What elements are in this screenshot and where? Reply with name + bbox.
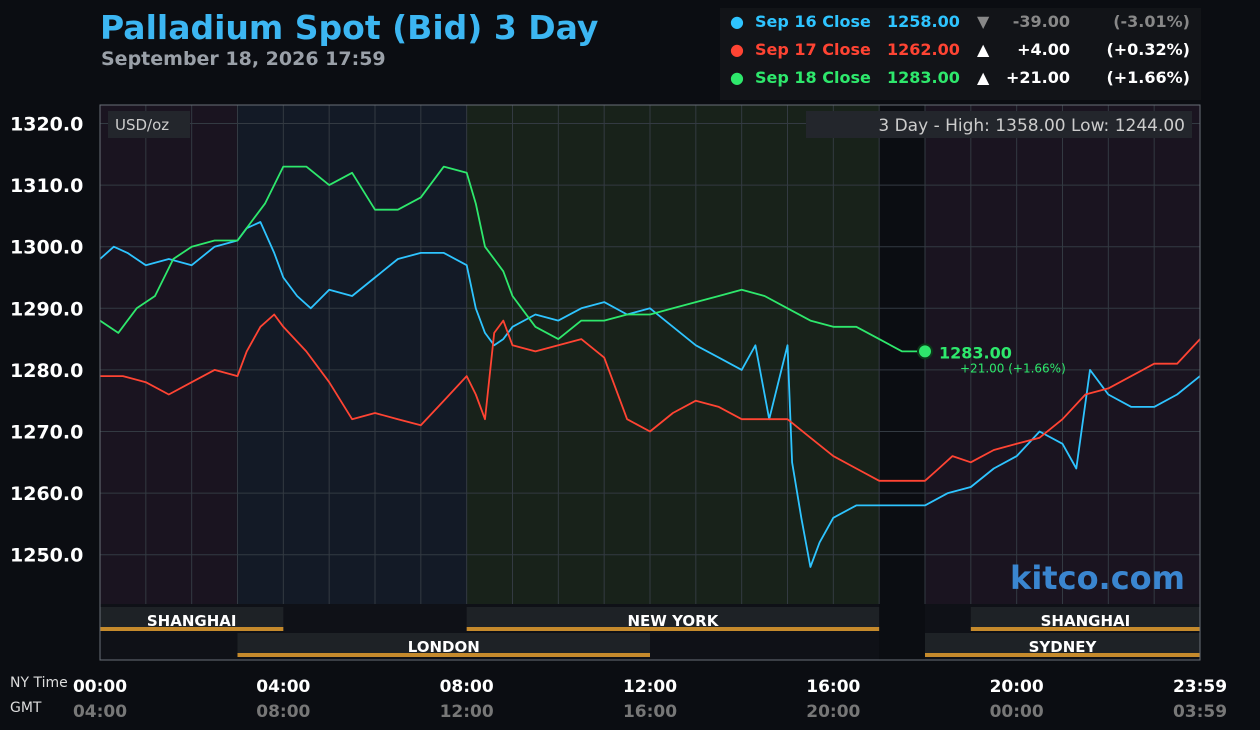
x-tick-gmt: 16:00 xyxy=(623,702,677,722)
ny-time-label: NY Time xyxy=(10,675,68,691)
x-tick-ny: 20:00 xyxy=(990,677,1044,697)
x-tick-ny: 00:00 xyxy=(73,677,127,697)
session-label: SHANGHAI xyxy=(1041,612,1131,630)
shanghai-shade xyxy=(100,105,238,604)
last-change-label: +21.00 (+1.66%) xyxy=(960,361,1066,375)
x-tick-gmt: 12:00 xyxy=(440,702,494,722)
last-price-label: 1283.00 xyxy=(939,343,1012,362)
last-price-marker xyxy=(917,343,933,360)
x-tick-ny: 08:00 xyxy=(440,677,494,697)
gmt-label: GMT xyxy=(10,700,42,716)
y-tick-label: 1270.0 xyxy=(10,422,83,444)
y-tick-label: 1260.0 xyxy=(10,483,83,505)
unit-label: USD/oz xyxy=(115,116,169,134)
london-shade xyxy=(237,105,467,604)
y-tick-label: 1320.0 xyxy=(10,113,83,135)
y-tick-label: 1300.0 xyxy=(10,237,83,259)
session-label: NEW YORK xyxy=(628,612,720,630)
session-label: LONDON xyxy=(408,638,480,656)
x-tick-ny: 23:59 xyxy=(1173,677,1227,697)
x-tick-ny: 12:00 xyxy=(623,677,677,697)
x-tick-gmt: 00:00 xyxy=(990,702,1044,722)
x-tick-gmt: 03:59 xyxy=(1173,702,1227,722)
x-tick-gmt: 20:00 xyxy=(806,702,860,722)
x-tick-ny: 04:00 xyxy=(256,677,310,697)
y-tick-label: 1310.0 xyxy=(10,175,83,197)
closed-shade xyxy=(879,105,925,660)
range-text: 3 Day - High: 1358.00 Low: 1244.00 xyxy=(878,116,1185,136)
watermark: kitco.com xyxy=(1010,559,1185,597)
y-tick-label: 1280.0 xyxy=(10,360,83,382)
y-tick-label: 1250.0 xyxy=(10,545,83,567)
newyork-shade xyxy=(466,105,880,604)
x-tick-ny: 16:00 xyxy=(806,677,860,697)
price-chart: 1250.0 1260.0 1270.0 1280.0 1290.0 1300.0 1310… xyxy=(10,104,1227,722)
session-label: SHANGHAI xyxy=(147,612,237,630)
x-tick-gmt: 08:00 xyxy=(256,702,310,722)
x-tick-gmt: 04:00 xyxy=(73,702,127,722)
y-tick-label: 1290.0 xyxy=(10,298,83,320)
session-label: SYDNEY xyxy=(1029,638,1098,656)
